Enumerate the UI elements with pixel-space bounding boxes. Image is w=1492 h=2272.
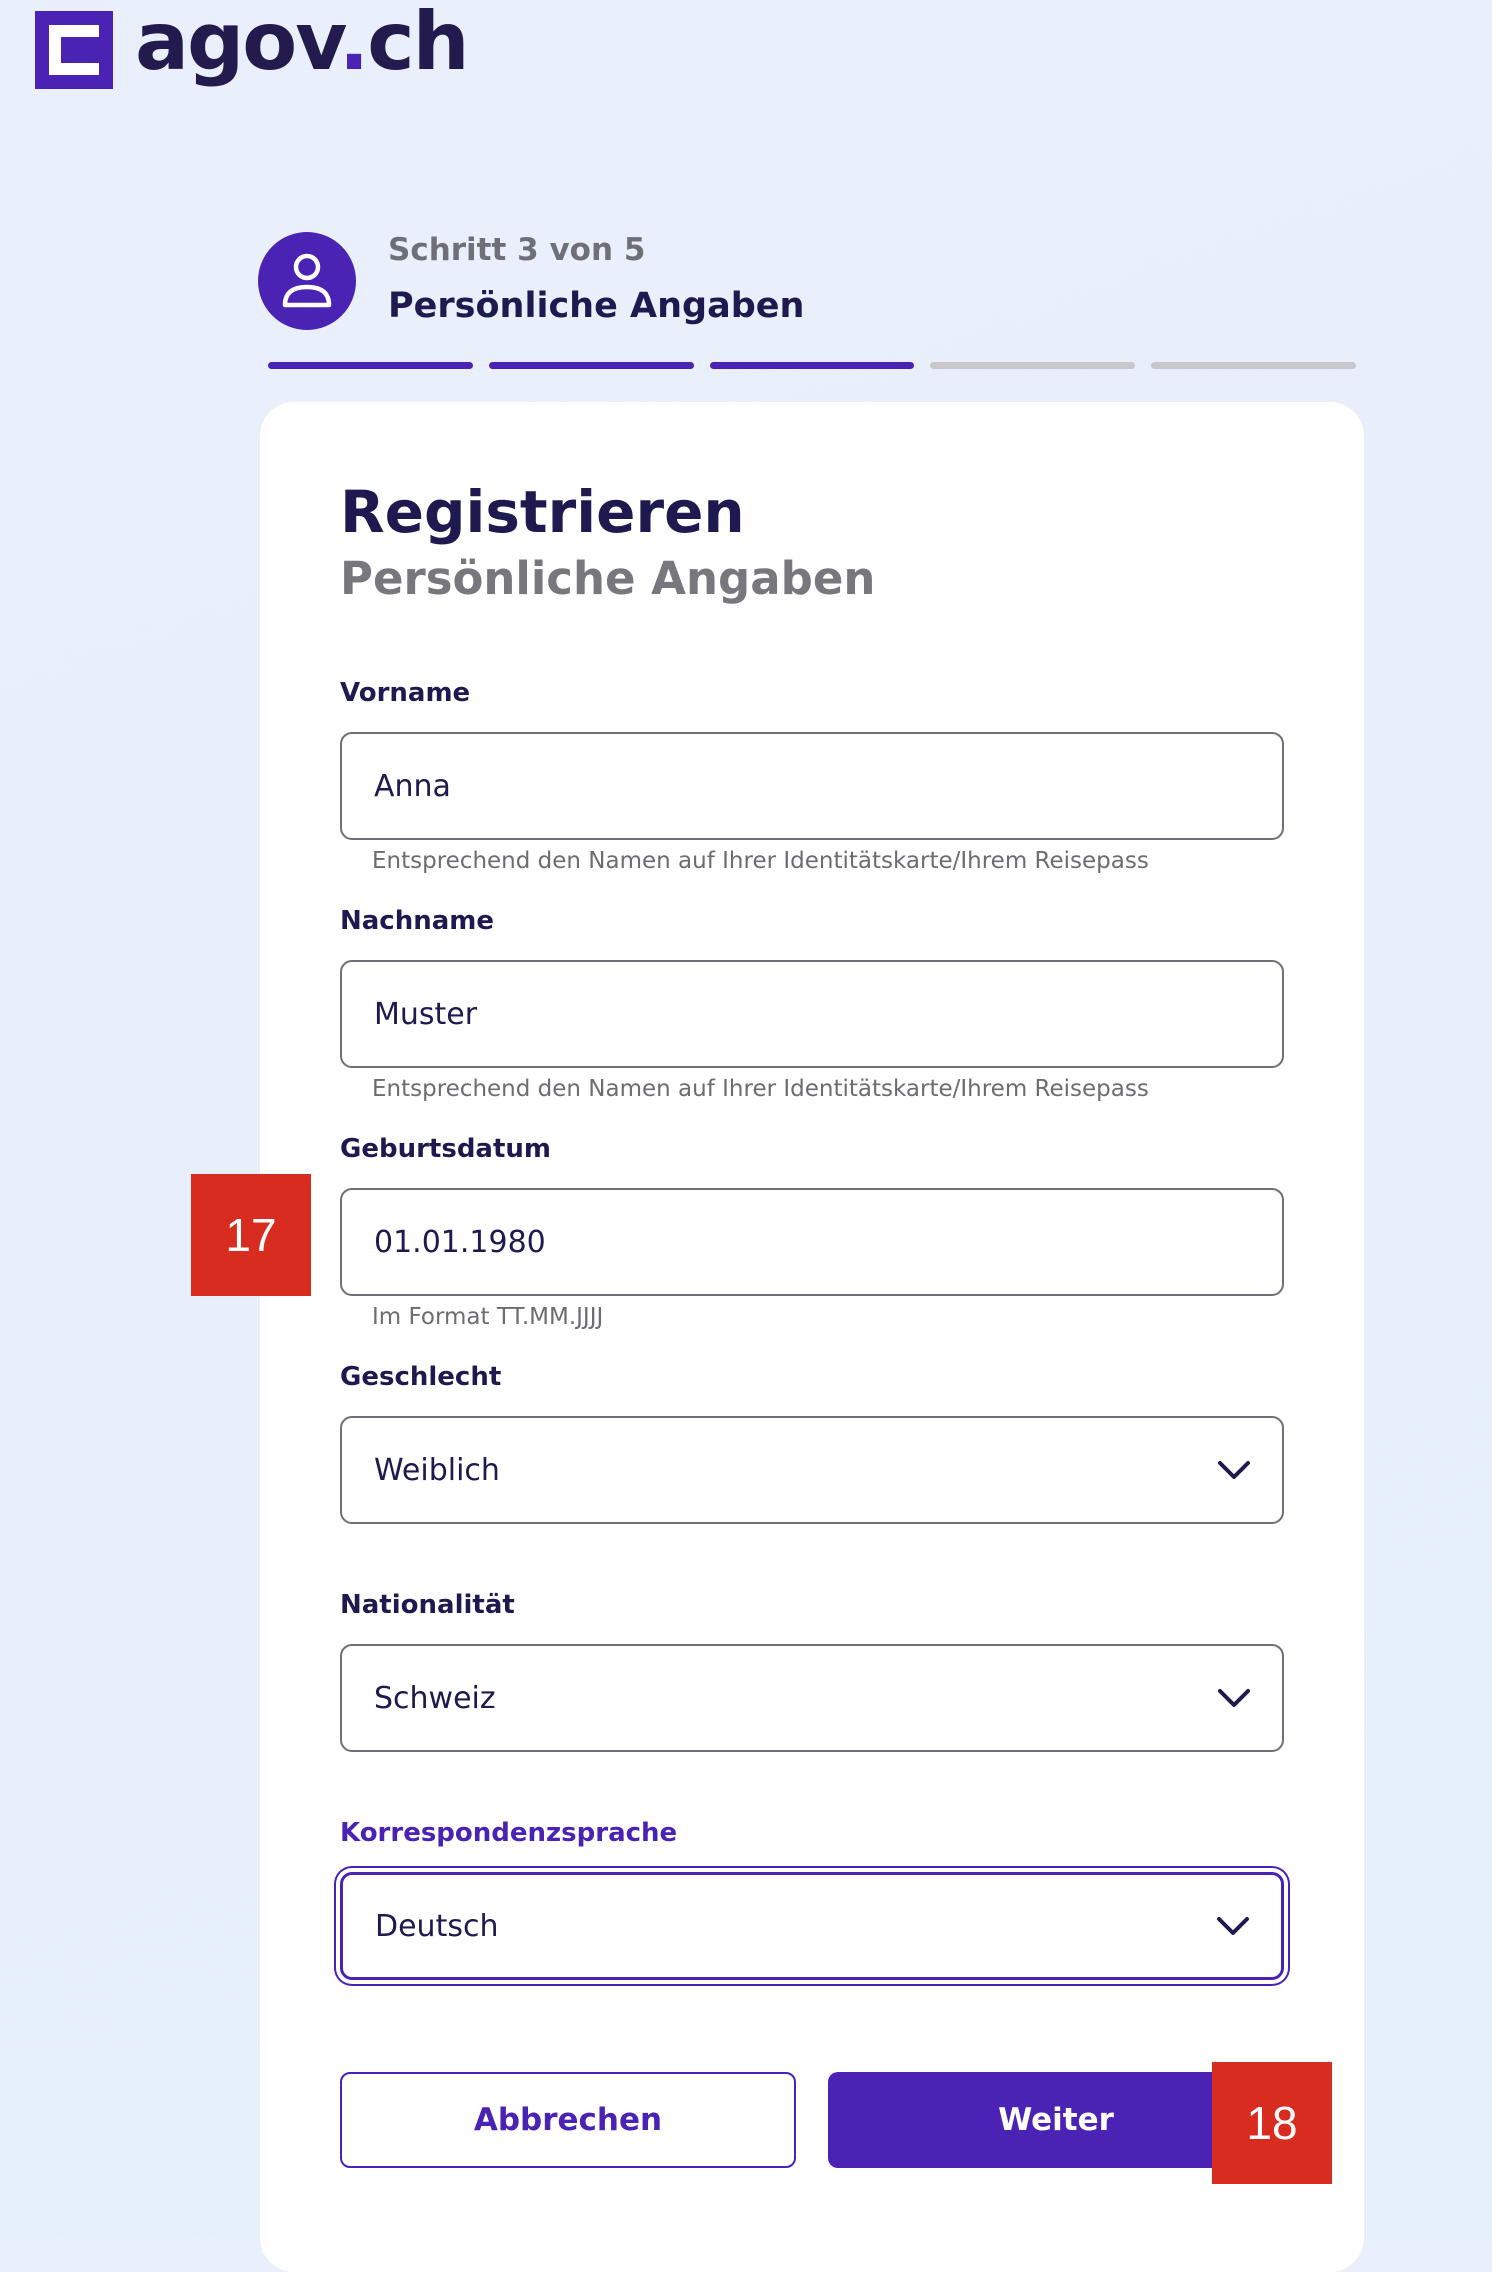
agov-logo-icon bbox=[35, 11, 113, 89]
page-subtitle: Persönliche Angaben bbox=[340, 552, 876, 605]
language-label: Korrespondenzsprache bbox=[340, 1818, 678, 1848]
step-title: Persönliche Angaben bbox=[388, 286, 805, 326]
step-indicator: Schritt 3 von 5 Persönliche Angaben bbox=[258, 232, 1358, 332]
progress-segment-4 bbox=[930, 362, 1136, 369]
agov-logo[interactable]: agov.ch bbox=[35, 2, 470, 90]
last-name-hint: Entsprechend den Namen auf Ihrer Identit… bbox=[372, 1076, 1149, 1102]
page-title: Registrieren bbox=[340, 478, 745, 546]
annotation-marker-18: 18 bbox=[1212, 2062, 1332, 2184]
progress-segment-1 bbox=[268, 362, 473, 369]
first-name-input[interactable]: Anna bbox=[340, 732, 1284, 840]
chevron-down-icon bbox=[1218, 1461, 1250, 1479]
birth-date-hint: Im Format TT.MM.JJJJ bbox=[372, 1304, 604, 1330]
birth-date-value: 01.01.1980 bbox=[374, 1224, 546, 1260]
user-icon bbox=[258, 232, 356, 330]
gender-select[interactable]: Weiblich bbox=[340, 1416, 1284, 1524]
gender-value: Weiblich bbox=[374, 1452, 500, 1488]
first-name-label: Vorname bbox=[340, 678, 471, 708]
step-count: Schritt 3 von 5 bbox=[388, 232, 646, 268]
gender-field-group: Geschlecht Weiblich bbox=[340, 1362, 1284, 1524]
progress-segment-2 bbox=[488, 362, 694, 369]
last-name-label: Nachname bbox=[340, 906, 495, 936]
last-name-value: Muster bbox=[374, 996, 478, 1032]
language-field-group: Korrespondenzsprache Deutsch bbox=[340, 1818, 1284, 1980]
chevron-down-icon bbox=[1217, 1917, 1249, 1935]
nationality-label: Nationalität bbox=[340, 1590, 515, 1620]
first-name-hint: Entsprechend den Namen auf Ihrer Identit… bbox=[372, 848, 1149, 874]
birth-date-input[interactable]: 01.01.1980 bbox=[340, 1188, 1284, 1296]
chevron-down-icon bbox=[1218, 1689, 1250, 1707]
nationality-field-group: Nationalität Schweiz bbox=[340, 1590, 1284, 1752]
language-select[interactable]: Deutsch bbox=[340, 1872, 1284, 1980]
birth-date-field-group: Geburtsdatum 01.01.1980 Im Format TT.MM.… bbox=[340, 1134, 1284, 1330]
annotation-marker-17: 17 bbox=[191, 1174, 311, 1296]
registration-card: Registrieren Persönliche Angaben Vorname… bbox=[260, 402, 1364, 2272]
first-name-field-group: Vorname Anna Entsprechend den Namen auf … bbox=[340, 678, 1284, 874]
birth-date-label: Geburtsdatum bbox=[340, 1134, 552, 1164]
step-progress-bar bbox=[268, 362, 1356, 370]
language-value: Deutsch bbox=[375, 1908, 499, 1944]
first-name-value: Anna bbox=[374, 768, 451, 804]
agov-wordmark: agov.ch bbox=[135, 0, 470, 88]
progress-segment-5 bbox=[1151, 362, 1356, 369]
nationality-value: Schweiz bbox=[374, 1680, 496, 1716]
progress-segment-3 bbox=[709, 362, 915, 369]
last-name-field-group: Nachname Muster Entsprechend den Namen a… bbox=[340, 906, 1284, 1102]
gender-label: Geschlecht bbox=[340, 1362, 502, 1392]
nationality-select[interactable]: Schweiz bbox=[340, 1644, 1284, 1752]
cancel-button[interactable]: Abbrechen bbox=[340, 2072, 796, 2168]
last-name-input[interactable]: Muster bbox=[340, 960, 1284, 1068]
